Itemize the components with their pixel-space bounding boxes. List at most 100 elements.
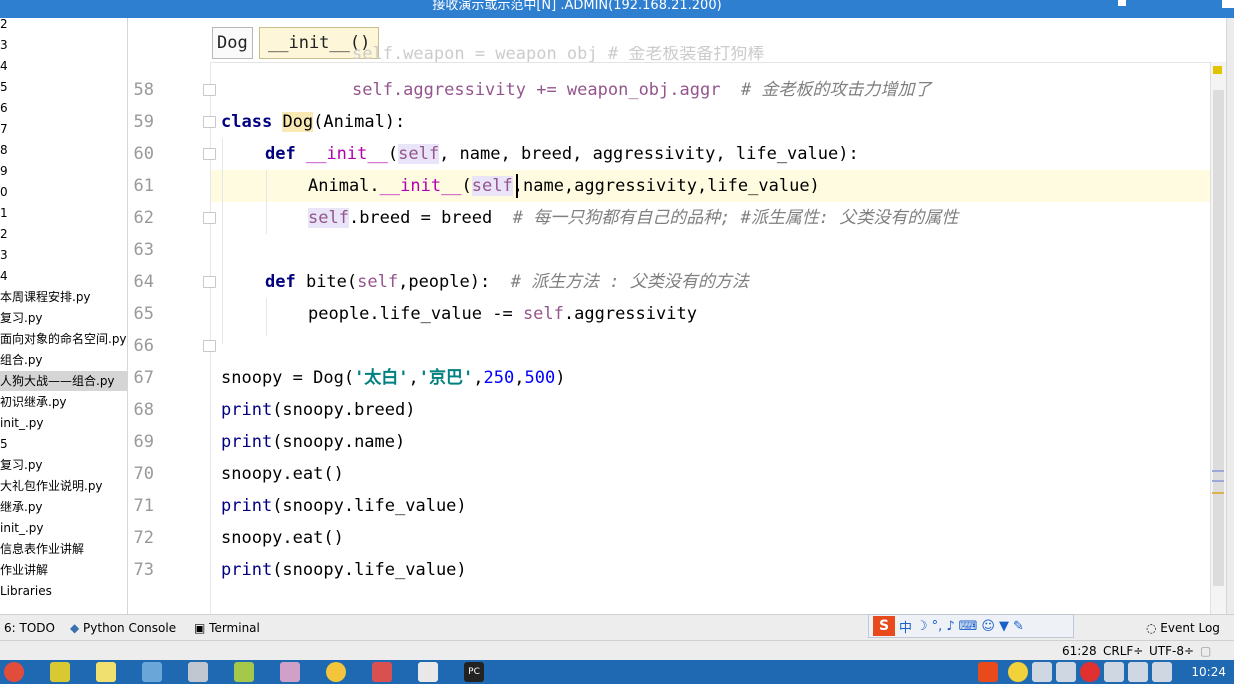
fold-marker[interactable] (203, 212, 216, 224)
app-icon[interactable] (50, 662, 70, 682)
app-icon[interactable] (142, 662, 162, 682)
project-file-item[interactable]: 作业讲解 (0, 560, 127, 580)
fold-marker[interactable] (203, 84, 216, 96)
scrollbar-thumb[interactable] (1213, 90, 1224, 586)
line-separator[interactable]: CRLF÷ (1103, 641, 1143, 661)
project-file-item[interactable]: 1 (0, 203, 127, 223)
moon-icon[interactable]: ☽ (916, 619, 928, 634)
user-icon[interactable]: ☺ (981, 619, 995, 634)
code-line-59[interactable]: class Dog(Animal): (221, 106, 405, 138)
line-number: 62 (133, 208, 154, 228)
todo-tab[interactable]: 6: TODO (4, 615, 55, 641)
lock-icon[interactable]: ▢ (1200, 641, 1211, 661)
window-title-bar[interactable]: 接收演示或示范中[N] .ADMIN(192.168.21.200) (0, 0, 1234, 18)
tray-icon[interactable] (1008, 662, 1028, 682)
app-icon[interactable] (418, 662, 438, 682)
tray-sogou-icon[interactable] (978, 662, 998, 682)
code-line-64[interactable]: def bite(self,people): # 派生方法 : 父类没有的方法 (265, 266, 749, 298)
right-tool-strip[interactable] (1226, 18, 1234, 614)
tray-icon[interactable] (1032, 662, 1052, 682)
code-line-67[interactable]: snoopy = Dog('太白','京巴',250,500) (221, 362, 565, 394)
project-file-item[interactable]: Libraries (0, 581, 127, 601)
project-file-item[interactable]: 9 (0, 161, 127, 181)
project-file-item[interactable]: 3 (0, 245, 127, 265)
title-bar-control[interactable] (1118, 0, 1126, 6)
event-log-icon: ◌ (1146, 621, 1161, 635)
tray-icon[interactable] (1104, 662, 1124, 682)
tray-icon[interactable] (1152, 662, 1172, 682)
code-line-62[interactable]: self.breed = breed # 每一只狗都有自己的品种; #派生属性:… (308, 202, 958, 234)
project-file-item[interactable]: 面向对象的命名空间.py (0, 329, 127, 349)
app-icon[interactable] (372, 662, 392, 682)
tray-icon[interactable] (1056, 662, 1076, 682)
code-line-71[interactable]: print(snoopy.life_value) (221, 490, 467, 522)
code-line-60[interactable]: def __init__(self, name, breed, aggressi… (265, 138, 859, 170)
punct-icon[interactable]: °, (932, 619, 943, 634)
breadcrumb-class[interactable]: Dog (212, 27, 253, 59)
project-file-item[interactable]: 本周课程安排.py (0, 287, 127, 307)
fold-marker[interactable] (203, 276, 216, 288)
app-icon[interactable] (280, 662, 300, 682)
status-bar: 61:28 CRLF÷ UTF-8÷ ▢ (0, 640, 1234, 661)
line-number: 71 (133, 496, 154, 516)
mic-icon[interactable]: ♪ (946, 619, 954, 634)
fold-marker[interactable] (203, 148, 216, 160)
code-line-73[interactable]: print(snoopy.life_value) (221, 554, 467, 586)
app-icon[interactable] (326, 662, 346, 682)
project-file-item[interactable]: init_.py (0, 518, 127, 538)
code-line-72[interactable]: snoopy.eat() (221, 522, 344, 554)
project-file-item[interactable]: 7 (0, 119, 127, 139)
project-file-item[interactable]: 3 (0, 35, 127, 55)
project-file-item[interactable]: 复习.py (0, 308, 127, 328)
event-log-tab[interactable]: ◌ Event Log (1146, 615, 1220, 641)
pycharm-icon[interactable]: PC (464, 662, 484, 682)
python-console-tab[interactable]: ◆ Python Console (70, 615, 176, 641)
project-file-item[interactable]: 组合.py (0, 350, 127, 370)
line-number: 69 (133, 432, 154, 452)
tray-record-icon[interactable] (1080, 662, 1100, 682)
ime-mode[interactable]: 中 (899, 617, 912, 636)
wrench-icon[interactable]: ✎ (1013, 619, 1024, 634)
keyboard-icon[interactable]: ⌨ (959, 619, 978, 634)
ime-toolbar[interactable]: S 中 ☽ °, ♪ ⌨ ☺ ▼ ✎ (868, 614, 1074, 638)
project-file-item[interactable]: 4 (0, 56, 127, 76)
project-file-item[interactable]: 6 (0, 98, 127, 118)
file-encoding[interactable]: UTF-8÷ (1149, 641, 1194, 661)
editor-scrollbar[interactable] (1210, 62, 1227, 614)
code-line-65[interactable]: people.life_value -= self.aggressivity (308, 298, 697, 330)
project-file-item[interactable]: 8 (0, 140, 127, 160)
project-file-item[interactable]: 信息表作业讲解 (0, 539, 127, 559)
project-file-item[interactable]: 5 (0, 77, 127, 97)
line-number: 60 (133, 144, 154, 164)
title-bar-close[interactable] (1222, 0, 1234, 8)
fold-marker[interactable] (203, 340, 216, 352)
code-line-70[interactable]: snoopy.eat() (221, 458, 344, 490)
caret-position[interactable]: 61:28 (1062, 641, 1097, 661)
chrome-icon[interactable] (4, 662, 24, 682)
project-file-item[interactable]: 0 (0, 182, 127, 202)
code-line-57-partial[interactable]: self.weapon = weapon_obj # 金老板装备打狗棒 (352, 46, 764, 62)
project-file-item[interactable]: 5 (0, 434, 127, 454)
project-file-item[interactable]: 2 (0, 224, 127, 244)
analysis-status-marker[interactable] (1213, 66, 1222, 74)
project-file-item[interactable]: 初识继承.py (0, 392, 127, 412)
code-line-68[interactable]: print(snoopy.breed) (221, 394, 415, 426)
fold-marker[interactable] (203, 116, 216, 128)
code-line-61[interactable]: Animal.__init__(self,name,aggressivity,l… (308, 170, 820, 202)
app-icon[interactable] (188, 662, 208, 682)
notepad-icon[interactable] (96, 662, 116, 682)
project-file-item[interactable]: 复习.py (0, 455, 127, 475)
project-file-item[interactable]: 大礼包作业说明.py (0, 476, 127, 496)
project-file-item[interactable]: 4 (0, 266, 127, 286)
clock[interactable]: 10:24 (1191, 660, 1226, 684)
project-file-item[interactable]: 继承.py (0, 497, 127, 517)
project-file-item[interactable]: 2 (0, 18, 127, 34)
tray-icon[interactable] (1128, 662, 1148, 682)
shirt-icon[interactable]: ▼ (999, 619, 1009, 634)
app-icon[interactable] (234, 662, 254, 682)
project-file-item[interactable]: init_.py (0, 413, 127, 433)
code-line-69[interactable]: print(snoopy.name) (221, 426, 405, 458)
project-file-item[interactable]: 人狗大战——组合.py (0, 371, 127, 391)
terminal-tab[interactable]: ▣ Terminal (194, 615, 260, 641)
code-line-58[interactable]: self.aggressivity += weapon_obj.aggr # 金… (352, 74, 931, 106)
